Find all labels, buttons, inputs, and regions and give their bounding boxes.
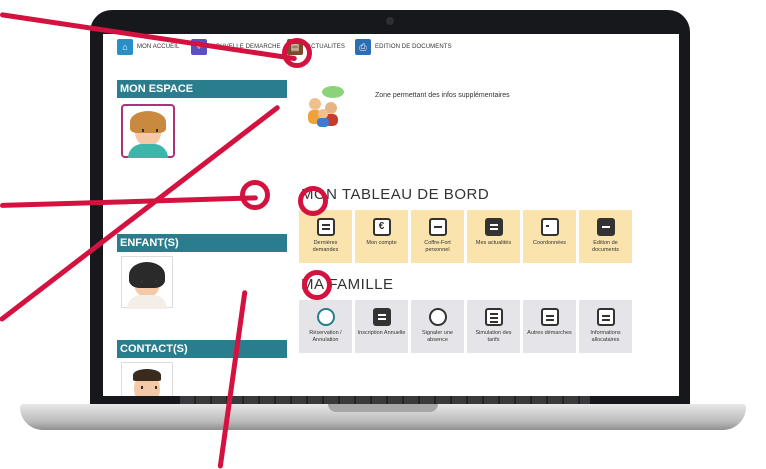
tile-edition-documents[interactable]: Edition de documents [579, 210, 632, 263]
avatar-face [128, 111, 168, 158]
laptop-screen: ⌂ MON ACCUEIL + NOUVELLE DEMARCHE ▤ ACTU… [103, 34, 679, 396]
safe-icon [428, 218, 447, 236]
tile-simulation-tarifs[interactable]: Simulation des tarifs [467, 300, 520, 353]
euro-icon: € [372, 218, 391, 236]
info-zone-text: Zone permettant des infos supplémentaire… [375, 92, 510, 99]
nav-label: ACTUALITES [307, 44, 346, 50]
callout-lens-tableau [298, 186, 328, 216]
tile-label: Mes actualités [475, 240, 512, 246]
check-circle-icon [316, 308, 335, 326]
contact-card-icon [540, 218, 559, 236]
tile-label: Inscription Annuelle [357, 330, 406, 336]
tile-coffre-fort[interactable]: Coffre-Fort personnel [411, 210, 464, 263]
callout-lens-famille [302, 270, 332, 300]
famille-tiles: Réservation / Annulation Inscription Ann… [299, 300, 632, 353]
absence-icon [428, 308, 447, 326]
tile-autres-demarches[interactable]: Autres démarches [523, 300, 576, 353]
tile-mes-actualites[interactable]: Mes actualités [467, 210, 520, 263]
document-icon [540, 308, 559, 326]
avatar-face [127, 262, 167, 309]
nav-edition-documents[interactable]: ⎙ EDITION DE DOCUMENTS [355, 39, 452, 55]
mon-espace-header: MON ESPACE [117, 80, 287, 98]
callout-lens-status [240, 180, 270, 210]
calculator-icon [484, 308, 503, 326]
tile-label: Coffre-Fort personnel [424, 240, 451, 253]
tableau-de-bord-title: MON TABLEAU DE BORD [301, 186, 490, 203]
contact-avatar[interactable] [121, 362, 173, 396]
enfants-header: ENFANT(S) [117, 234, 287, 252]
avatar-face [133, 369, 161, 396]
document-list-icon [316, 218, 335, 236]
tile-signaler-absence[interactable]: Signaler une absence [411, 300, 464, 353]
top-navigation: ⌂ MON ACCUEIL + NOUVELLE DEMARCHE ▤ ACTU… [103, 34, 679, 60]
tile-dernieres-demandes[interactable]: Dernières demandes [299, 210, 352, 263]
callout-lens-actualites [282, 38, 312, 68]
tile-label: Signaler une absence [422, 330, 453, 343]
tile-label: Coordonnées [532, 240, 567, 246]
user-avatar[interactable] [121, 104, 175, 158]
tile-inscription[interactable]: Inscription Annuelle [355, 300, 408, 353]
tile-label: Simulation des tarifs [475, 330, 512, 343]
tile-reservation[interactable]: Réservation / Annulation [299, 300, 352, 353]
nav-label: EDITION DE DOCUMENTS [375, 44, 452, 50]
printer-icon: ⎙ [355, 39, 371, 55]
tile-coordonnees[interactable]: Coordonnées [523, 210, 576, 263]
form-icon [372, 308, 391, 326]
tile-label: Mon compte [366, 240, 397, 246]
home-icon: ⌂ [117, 39, 133, 55]
child-avatar[interactable] [121, 256, 173, 309]
contacts-header: CONTACT(S) [117, 340, 287, 358]
sidebar: MON ESPACE ENFANT(S) CONTACT(S) [103, 64, 287, 396]
tile-label: Dernières demandes [312, 240, 339, 253]
tile-label: Autres démarches [527, 330, 572, 336]
tableau-tiles: Dernières demandes € Mon compte Coffre-F… [299, 210, 632, 263]
tile-mon-compte[interactable]: € Mon compte [355, 210, 408, 263]
news-icon [484, 218, 503, 236]
printer-icon [596, 218, 615, 236]
tile-label: Informations allocataires [590, 330, 621, 343]
tile-label: Edition de documents [592, 240, 619, 253]
laptop-notch [328, 404, 438, 412]
tile-label: Réservation / Annulation [309, 330, 342, 343]
id-card-icon [596, 308, 615, 326]
main-content: Zone permettant des infos supplémentaire… [293, 64, 679, 396]
tile-informations-allocataires[interactable]: Informations allocataires [579, 300, 632, 353]
nav-label: MON ACCUEIL [137, 44, 180, 50]
people-chat-icon [308, 86, 344, 127]
